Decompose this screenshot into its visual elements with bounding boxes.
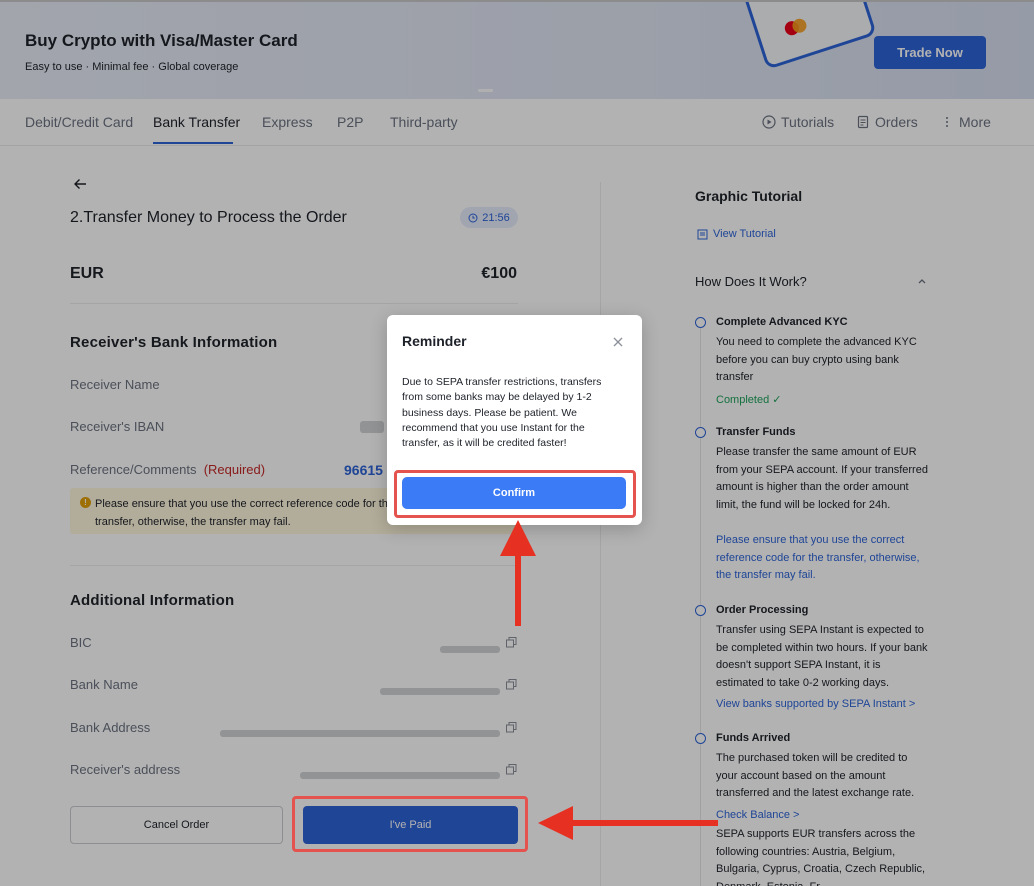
annotation-arrows (500, 520, 718, 840)
left-arrow-icon (538, 806, 718, 840)
up-arrow-icon (500, 520, 536, 626)
